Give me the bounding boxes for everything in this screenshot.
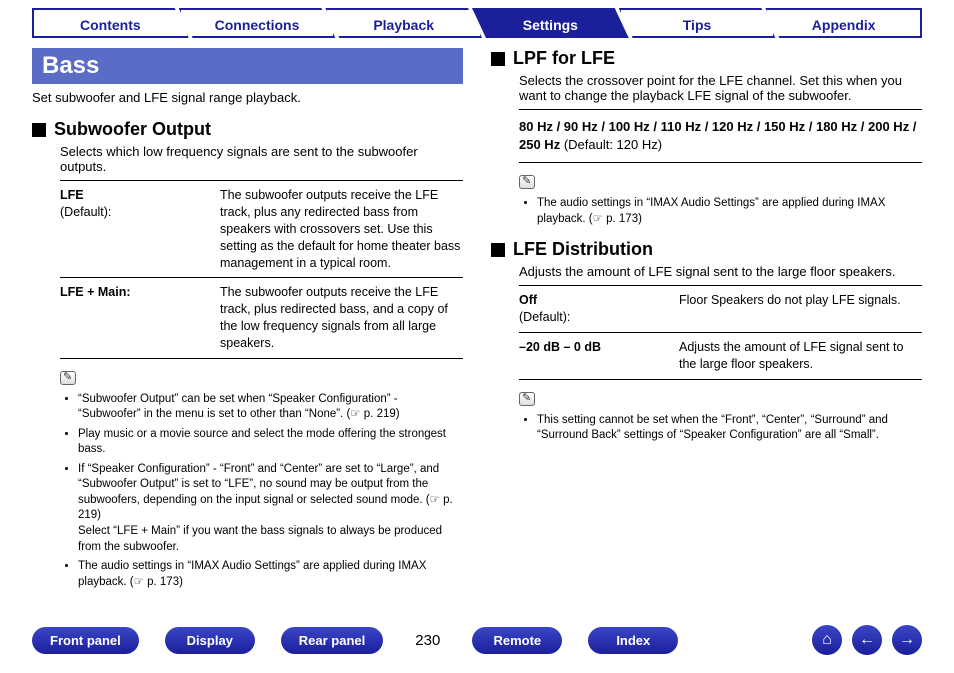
option-key-main: LFE + Main:: [60, 285, 131, 299]
tab-contents[interactable]: Contents: [32, 8, 189, 38]
prev-page-icon[interactable]: ←: [852, 625, 882, 655]
note-item: The audio settings in “IMAX Audio Settin…: [78, 559, 463, 590]
option-value: The subwoofer outputs receive the LFE tr…: [220, 284, 463, 352]
note-item: This setting cannot be set when the “Fro…: [537, 413, 922, 444]
tab-settings[interactable]: Settings: [472, 8, 629, 38]
heading-text: Subwoofer Output: [54, 119, 211, 140]
nav-icons: ⌂ ← →: [812, 625, 922, 655]
right-column: LPF for LFE Selects the crossover point …: [491, 48, 922, 602]
table-row: LFE (Default): The subwoofer outputs rec…: [60, 181, 463, 278]
square-bullet-icon: [32, 123, 46, 137]
option-key-main: Off: [519, 293, 537, 307]
page-title: Bass: [32, 48, 463, 84]
page-number: 230: [409, 632, 446, 649]
nav-rear-panel[interactable]: Rear panel: [281, 627, 383, 654]
square-bullet-icon: [491, 243, 505, 257]
option-key: Off (Default):: [519, 292, 669, 326]
table-row: Off (Default): Floor Speakers do not pla…: [519, 286, 922, 333]
note-item: If “Speaker Configuration” - “Front” and…: [78, 462, 463, 555]
heading-text: LPF for LFE: [513, 48, 615, 69]
option-key-sub: (Default):: [519, 310, 570, 324]
square-bullet-icon: [491, 52, 505, 66]
lfe-dist-table: Off (Default): Floor Speakers do not pla…: [519, 285, 922, 380]
subwoofer-output-notes: “Subwoofer Output” can be set when “Spea…: [60, 392, 463, 590]
lpf-desc: Selects the crossover point for the LFE …: [519, 73, 922, 103]
heading-subwoofer-output: Subwoofer Output: [32, 119, 463, 140]
lpf-options: 80 Hz / 90 Hz / 100 Hz / 110 Hz / 120 Hz…: [519, 109, 922, 163]
heading-text: LFE Distribution: [513, 239, 653, 260]
tab-playback[interactable]: Playback: [325, 8, 482, 38]
home-icon[interactable]: ⌂: [812, 625, 842, 655]
option-key: –20 dB – 0 dB: [519, 339, 669, 373]
option-key-sub: (Default):: [60, 205, 111, 219]
table-row: LFE + Main: The subwoofer outputs receiv…: [60, 278, 463, 359]
top-tabs: Contents Connections Playback Settings T…: [0, 0, 954, 38]
option-key: LFE (Default):: [60, 187, 210, 271]
option-value: The subwoofer outputs receive the LFE tr…: [220, 187, 463, 271]
nav-remote[interactable]: Remote: [472, 627, 562, 654]
nav-front-panel[interactable]: Front panel: [32, 627, 139, 654]
tab-connections[interactable]: Connections: [179, 8, 336, 38]
next-page-icon[interactable]: →: [892, 625, 922, 655]
note-item: The audio settings in “IMAX Audio Settin…: [537, 196, 922, 227]
option-value: Adjusts the amount of LFE signal sent to…: [679, 339, 922, 373]
heading-lfe-dist: LFE Distribution: [491, 239, 922, 260]
lpf-notes: The audio settings in “IMAX Audio Settin…: [519, 196, 922, 227]
page-subtitle: Set subwoofer and LFE signal range playb…: [32, 90, 463, 105]
nav-index[interactable]: Index: [588, 627, 678, 654]
note-item: “Subwoofer Output” can be set when “Spea…: [78, 392, 463, 423]
subwoofer-output-desc: Selects which low frequency signals are …: [60, 144, 463, 174]
heading-lpf: LPF for LFE: [491, 48, 922, 69]
bottom-nav: Front panel Display Rear panel 230 Remot…: [0, 625, 954, 655]
option-key: LFE + Main:: [60, 284, 210, 352]
note-icon: [519, 392, 535, 406]
lfe-dist-desc: Adjusts the amount of LFE signal sent to…: [519, 264, 922, 279]
nav-display[interactable]: Display: [165, 627, 255, 654]
option-value: Floor Speakers do not play LFE signals.: [679, 292, 922, 326]
lpf-default: (Default: 120 Hz): [560, 137, 662, 152]
note-icon: [60, 371, 76, 385]
tab-tips[interactable]: Tips: [619, 8, 776, 38]
tab-appendix[interactable]: Appendix: [765, 8, 922, 38]
table-row: –20 dB – 0 dB Adjusts the amount of LFE …: [519, 333, 922, 380]
note-icon: [519, 175, 535, 189]
lfe-dist-notes: This setting cannot be set when the “Fro…: [519, 413, 922, 444]
option-key-main: LFE: [60, 188, 84, 202]
note-item: Play music or a movie source and select …: [78, 427, 463, 458]
subwoofer-output-table: LFE (Default): The subwoofer outputs rec…: [60, 180, 463, 359]
option-key-main: –20 dB – 0 dB: [519, 340, 601, 354]
left-column: Bass Set subwoofer and LFE signal range …: [32, 48, 463, 602]
